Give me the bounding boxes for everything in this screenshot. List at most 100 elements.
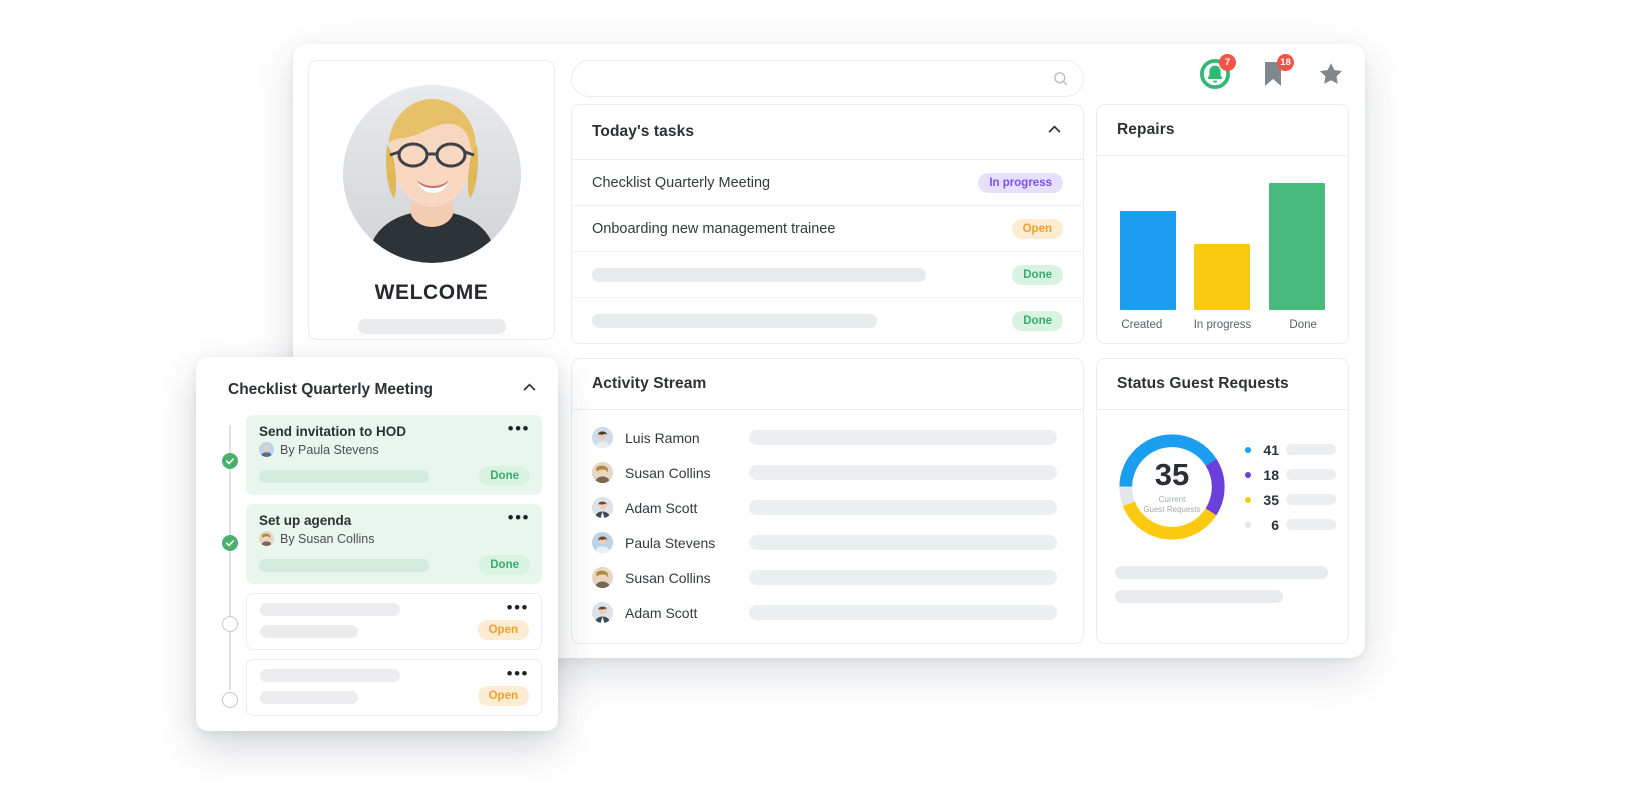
avatar-paula-stevens	[259, 442, 274, 457]
chevron-up-icon[interactable]	[521, 379, 538, 401]
checklist-title: Checklist Quarterly Meeting	[228, 381, 434, 398]
check-done-icon[interactable]	[222, 535, 238, 551]
notification-bell-icon[interactable]: 7	[1199, 54, 1236, 90]
legend-value: 6	[1271, 516, 1279, 533]
activity-row[interactable]: Susan Collins	[572, 455, 1083, 490]
checklist-item-placeholder-bar	[259, 469, 429, 483]
status-guest-requests-header: Status Guest Requests	[1097, 359, 1348, 410]
activity-row[interactable]: Susan Collins	[572, 560, 1083, 595]
activity-user-name: Adam Scott	[625, 604, 698, 621]
task-row[interactable]: Done	[572, 252, 1083, 298]
status-placeholder-bars	[1097, 548, 1348, 603]
more-options-icon[interactable]: •••	[508, 420, 530, 437]
activity-stream-title: Activity Stream	[592, 375, 707, 392]
activity-row[interactable]: Luis Ramon	[572, 420, 1083, 455]
repairs-axis-labels: Created In progress Done	[1097, 319, 1348, 331]
activity-placeholder-bar	[749, 430, 1057, 445]
checklist-item-author: By Susan Collins	[280, 531, 375, 546]
bar-label: Done	[1289, 319, 1317, 331]
chevron-up-icon[interactable]	[1046, 121, 1063, 143]
activity-stream-list: Luis Ramon Susan Collins Adam Scott Paula S…	[572, 410, 1083, 630]
search-bar[interactable]	[571, 60, 1084, 97]
todays-tasks-title: Today's tasks	[592, 123, 695, 140]
checklist-item-placeholder-bar	[260, 669, 400, 682]
bookmark-count-badge: 18	[1277, 54, 1294, 71]
checklist-header: Checklist Quarterly Meeting	[212, 373, 542, 415]
user-avatar	[342, 85, 521, 263]
profile-card: WELCOME	[308, 60, 555, 340]
status-badge: Open	[477, 686, 529, 706]
checklist-item-author: By Paula Stevens	[280, 442, 379, 457]
todays-tasks-card: Today's tasks Checklist Quarterly Meetin…	[571, 104, 1084, 344]
donut-center-label: 35 Current Guest Requests	[1111, 426, 1233, 548]
checklist-item[interactable]: Send invitation to HOD By Paula Stevens …	[246, 415, 542, 495]
header-icon-group: 7 18	[1199, 54, 1347, 90]
activity-row[interactable]: Adam Scott	[572, 595, 1083, 630]
checklist-item-title: Send invitation to HOD	[259, 424, 406, 439]
activity-user-name: Adam Scott	[625, 499, 698, 516]
donut-value: 35	[1154, 457, 1190, 492]
activity-row[interactable]: Paula Stevens	[572, 525, 1083, 560]
avatar-susan-collins	[592, 567, 613, 588]
bar-column-inprogress	[1194, 243, 1251, 310]
search-input[interactable]	[586, 71, 1052, 86]
bar-in-progress	[1194, 243, 1251, 310]
activity-stream-card: Activity Stream Luis Ramon Susan Collins A…	[571, 358, 1084, 644]
task-row[interactable]: Checklist Quarterly Meeting In progress	[572, 160, 1083, 206]
legend-row: 18	[1245, 467, 1336, 483]
check-open-icon[interactable]	[222, 692, 238, 708]
checklist-item[interactable]: ••• Open	[246, 593, 542, 650]
more-options-icon[interactable]: •••	[508, 509, 530, 526]
check-done-icon[interactable]	[222, 453, 238, 469]
status-badge: Done	[1012, 311, 1063, 331]
legend-row: 41	[1245, 442, 1336, 458]
check-open-icon[interactable]	[222, 616, 238, 632]
activity-user-name: Paula Stevens	[625, 534, 716, 551]
donut-ring: 35 Current Guest Requests	[1111, 426, 1233, 548]
checklist-item-placeholder-bar	[260, 603, 400, 616]
task-row[interactable]: Onboarding new management trainee Open	[572, 206, 1083, 252]
checklist-item[interactable]: Set up agenda By Susan Collins ••• Done	[246, 504, 542, 584]
bar-done	[1268, 182, 1325, 310]
checklist-item-placeholder-bar	[259, 558, 429, 572]
activity-placeholder-bar	[749, 535, 1057, 550]
activity-row[interactable]: Adam Scott	[572, 490, 1083, 525]
screenshot-root: WELCOME 7 18 Today's tasks Checklist Qua…	[0, 0, 1636, 801]
task-placeholder-bar	[592, 267, 926, 282]
checklist-panel: Checklist Quarterly Meeting Send invitat…	[196, 357, 558, 731]
bar-created	[1120, 210, 1177, 310]
legend-value: 41	[1263, 441, 1279, 458]
more-options-icon[interactable]: •••	[507, 665, 529, 682]
legend-placeholder-bar	[1286, 469, 1336, 480]
task-row[interactable]: Done	[572, 298, 1083, 344]
notification-count-badge: 7	[1219, 54, 1236, 71]
welcome-placeholder-bar	[357, 319, 506, 334]
repairs-card: Repairs Created In progress Done	[1096, 104, 1349, 344]
task-label: Checklist Quarterly Meeting	[592, 174, 771, 191]
repairs-bar-chart	[1097, 170, 1348, 310]
star-icon[interactable]	[1315, 58, 1347, 90]
bar-label: Created	[1121, 319, 1163, 331]
legend-placeholder-bar	[1286, 444, 1336, 455]
bar-column-created	[1120, 210, 1177, 310]
donut-caption-line1: Current	[1158, 495, 1186, 504]
avatar-paula-stevens	[592, 532, 613, 553]
legend-placeholder-bar	[1286, 494, 1336, 505]
status-badge: Done	[479, 555, 530, 575]
welcome-title: WELCOME	[374, 281, 489, 304]
checklist-item-title: Set up agenda	[259, 513, 352, 528]
repairs-title: Repairs	[1117, 121, 1175, 138]
legend-row: 35	[1245, 492, 1336, 508]
task-label: Onboarding new management trainee	[592, 220, 836, 237]
checklist-items: Send invitation to HOD By Paula Stevens …	[212, 415, 542, 716]
search-icon[interactable]	[1052, 70, 1069, 87]
activity-placeholder-bar	[749, 465, 1057, 480]
status-badge: Done	[479, 466, 530, 486]
checklist-item[interactable]: ••• Open	[246, 659, 542, 716]
avatar-susan-collins	[592, 462, 613, 483]
donut-legend: 41 18 35 6	[1237, 442, 1336, 533]
bookmark-icon[interactable]: 18	[1257, 54, 1294, 90]
activity-user-name: Susan Collins	[625, 464, 711, 481]
status-guest-requests-card: Status Guest Requests 35 Current Guest R…	[1096, 358, 1349, 644]
more-options-icon[interactable]: •••	[507, 599, 529, 616]
